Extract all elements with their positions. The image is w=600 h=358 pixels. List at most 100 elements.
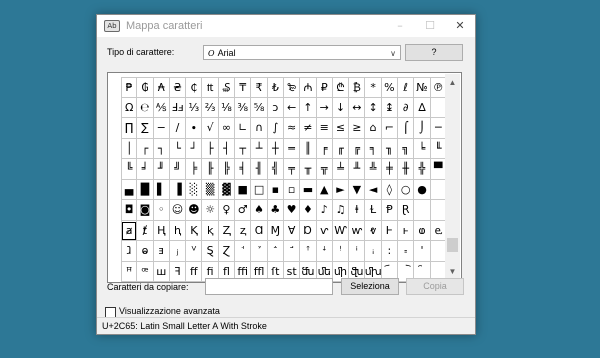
char-cell[interactable]: ▄ [121, 179, 138, 200]
select-button[interactable]: Seleziona [341, 278, 399, 295]
char-cell[interactable]: ⅛ [218, 97, 236, 118]
char-cell[interactable]: ℮ [137, 97, 154, 118]
char-cell[interactable]: █ [137, 179, 154, 200]
char-cell[interactable]: ≥ [349, 118, 366, 139]
char-cell[interactable]: ╛ [137, 159, 154, 180]
char-cell[interactable]: ▼ [349, 179, 366, 200]
char-cell[interactable]: ╜ [153, 159, 170, 180]
char-cell[interactable]: │ [121, 138, 138, 159]
char-cell[interactable]: ₻ [283, 77, 301, 98]
char-cell[interactable]: ╢ [251, 159, 268, 180]
char-cell[interactable]: ⱼ [169, 241, 187, 262]
char-cell[interactable]: Ⱬ [218, 220, 236, 241]
char-cell[interactable]: ₿ [349, 77, 366, 98]
char-cell[interactable]: ⱦ [137, 220, 154, 241]
char-cell[interactable]: Ȿ [202, 241, 219, 262]
char-cell[interactable]: № [414, 77, 431, 98]
char-cell[interactable]: ○ [398, 179, 415, 200]
char-cell[interactable]: ╚ [121, 159, 138, 180]
char-cell[interactable]: ◊ [381, 179, 399, 200]
char-cell[interactable]: ◘ [121, 200, 138, 221]
char-cell[interactable]: ♀ [218, 200, 236, 221]
char-cell[interactable]: ⱱ [316, 220, 333, 241]
char-cell[interactable]: ↓ [332, 97, 350, 118]
char-cell[interactable]: ♪ [316, 200, 333, 221]
char-cell[interactable]: ├ [202, 138, 219, 159]
char-cell[interactable]: ⱴ [365, 220, 382, 241]
char-cell[interactable]: ► [332, 179, 350, 200]
char-cell[interactable]: ₷ [218, 77, 236, 98]
char-cell[interactable]: ↕ [365, 97, 382, 118]
char-cell[interactable]: ≠ [300, 118, 317, 139]
char-cell[interactable]: ⌐ [381, 118, 399, 139]
scroll-thumb[interactable] [447, 238, 458, 252]
char-cell[interactable]: ╔ [349, 138, 366, 159]
char-cell[interactable]: ← [283, 97, 301, 118]
char-cell[interactable]: ⱻ [153, 241, 170, 262]
char-cell[interactable]: ⱥ [121, 220, 138, 241]
char-cell[interactable]: ╨ [349, 159, 366, 180]
char-cell[interactable]: ∑ [137, 118, 154, 139]
char-cell[interactable]: % [381, 77, 399, 98]
char-cell[interactable]: ꜛ [300, 241, 317, 262]
char-cell[interactable]: ┴ [251, 138, 268, 159]
copy-button[interactable]: Copia [406, 278, 464, 295]
char-cell[interactable]: ╫ [398, 159, 415, 180]
char-cell[interactable]: ꜗ [235, 241, 252, 262]
char-cell[interactable]: ⌠ [398, 118, 415, 139]
char-cell[interactable]: → [316, 97, 333, 118]
char-cell[interactable]: ┬ [235, 138, 252, 159]
char-cell[interactable]: ■ [235, 179, 252, 200]
char-cell[interactable]: ╞ [186, 159, 203, 180]
char-cell[interactable]: ♥ [283, 200, 301, 221]
char-cell[interactable]: ꜜ [316, 241, 333, 262]
char-cell[interactable]: ╒ [316, 138, 333, 159]
char-cell[interactable]: ∕ [169, 118, 187, 139]
char-cell[interactable]: ═ [283, 138, 301, 159]
char-cell[interactable]: Ɒ [300, 220, 317, 241]
char-cell[interactable]: ♠ [251, 200, 268, 221]
char-cell[interactable]: ╩ [365, 159, 382, 180]
char-cell[interactable]: ↑ [300, 97, 317, 118]
char-cell[interactable]: ╥ [300, 159, 317, 180]
char-cell[interactable]: ╤ [283, 159, 301, 180]
char-cell[interactable]: ╓ [332, 138, 350, 159]
char-cell[interactable]: Ⱨ [153, 220, 170, 241]
char-cell[interactable]: Ɀ [218, 241, 236, 262]
char-cell[interactable]: □ [251, 179, 268, 200]
char-cell[interactable]: ꜙ [267, 241, 284, 262]
char-cell[interactable]: ⱹ [121, 241, 138, 262]
char-cell[interactable]: ff [186, 261, 203, 282]
char-cell[interactable]: ╝ [169, 159, 187, 180]
char-cell[interactable]: ↔ [349, 97, 366, 118]
char-cell[interactable]: Ɐ [283, 220, 301, 241]
char-cell[interactable]: Ⱳ [332, 220, 350, 241]
char-cell[interactable]: ▒ [202, 179, 219, 200]
char-cell[interactable]: ⱽ [186, 241, 203, 262]
char-cell[interactable]: Ⅎⅎ [169, 97, 187, 118]
char-cell[interactable]: ▌ [153, 179, 170, 200]
char-cell[interactable]: ₾ [332, 77, 350, 98]
char-cell[interactable]: ꟹ [137, 261, 154, 282]
char-cell[interactable]: Ⱪ [186, 220, 203, 241]
char-cell[interactable]: ▓ [218, 179, 236, 200]
char-cell[interactable]: * [365, 77, 382, 98]
char-cell[interactable]: ꜝ [332, 241, 350, 262]
char-cell[interactable]: Ɑ [251, 220, 268, 241]
font-select[interactable]: O Arial ∨ [203, 45, 401, 60]
close-button[interactable]: ✕ [445, 15, 475, 37]
char-cell[interactable]: ☼ [202, 200, 219, 221]
char-cell[interactable]: ◄ [365, 179, 382, 200]
char-cell[interactable]: ╧ [332, 159, 350, 180]
char-cell[interactable]: ┐ [153, 138, 170, 159]
char-cell[interactable]: ● [414, 179, 431, 200]
char-cell[interactable] [414, 200, 431, 221]
char-cell[interactable]: ꜘ [251, 241, 268, 262]
char-cell[interactable]: ╟ [202, 159, 219, 180]
char-cell[interactable]: ≈ [283, 118, 301, 139]
char-cell[interactable]: ₶ [202, 77, 219, 98]
char-cell[interactable]: ♫ [332, 200, 350, 221]
char-cell[interactable]: Ᵽ [381, 200, 399, 221]
char-cell[interactable]: ☻ [186, 200, 203, 221]
char-cell[interactable]: ℓ [398, 77, 415, 98]
